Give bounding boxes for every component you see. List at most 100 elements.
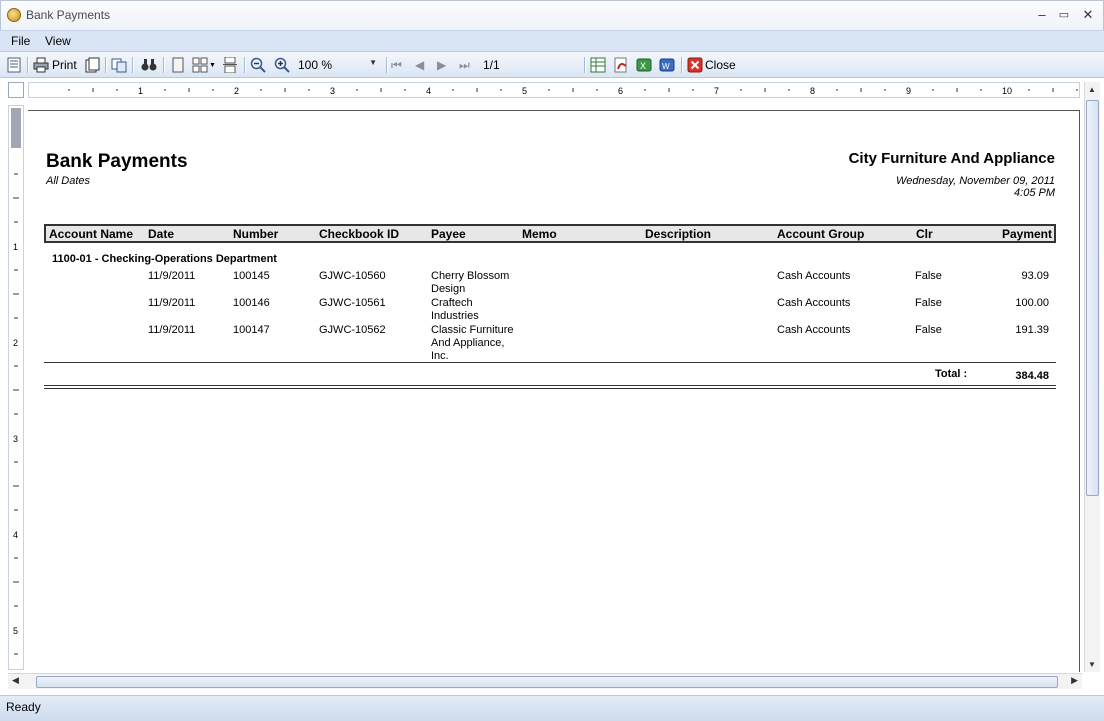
quick-print-button[interactable] [84, 56, 100, 74]
col-clr: Clr [916, 227, 933, 241]
menu-file[interactable]: File [11, 34, 30, 48]
total-label: Total : [935, 368, 968, 380]
col-payee: Payee [431, 227, 466, 241]
row-number: 100147 [233, 324, 270, 336]
row-date: 11/9/2011 [148, 270, 196, 282]
continuous-button[interactable] [222, 56, 238, 74]
col-date: Date [148, 227, 175, 241]
report-page: Bank Payments All Dates City Furniture A… [28, 110, 1080, 672]
report-time: 4:05 PM [1014, 187, 1055, 199]
window-title: Bank Payments [26, 8, 111, 22]
col-checkbook-id: Checkbook ID [319, 227, 400, 241]
zoom-out-icon [250, 57, 266, 73]
svg-text:W: W [662, 62, 670, 71]
export-excel-button[interactable] [590, 56, 606, 74]
single-page-icon [172, 57, 184, 73]
maximize-button[interactable]: ▭ [1055, 6, 1073, 24]
ruler-label: 1 [138, 86, 143, 96]
row-clr: False [915, 270, 942, 282]
ruler-label: 5 [13, 626, 18, 636]
zoom-out-button[interactable] [250, 56, 266, 74]
row-date: 11/9/2011 [148, 297, 196, 309]
export-word-button[interactable]: W [659, 56, 675, 74]
total-double-rule-1 [44, 385, 1056, 386]
ruler-label: 4 [426, 86, 431, 96]
row-checkbook: GJWC-10562 [319, 324, 386, 336]
quick-print-icon [85, 57, 100, 73]
vertical-scroll-thumb[interactable] [1086, 100, 1099, 496]
next-page-button[interactable]: ▶ [437, 56, 446, 74]
row-date: 11/9/2011 [148, 324, 196, 336]
column-header-row: Account Name Date Number Checkbook ID Pa… [44, 224, 1056, 243]
scroll-right-icon[interactable]: ▶ [1071, 675, 1078, 686]
ruler-corner [8, 82, 24, 98]
page-setup-button[interactable] [111, 56, 127, 74]
company-name: City Furniture And Appliance [848, 150, 1055, 167]
zoom-in-button[interactable] [274, 56, 290, 74]
row-checkbook: GJWC-10561 [319, 297, 386, 309]
row-payee: Craftech Industries [431, 297, 479, 322]
find-button[interactable] [141, 56, 157, 74]
page-number-value: 1/1 [483, 58, 500, 72]
ruler-label: 2 [13, 338, 18, 348]
row-clr: False [915, 297, 942, 309]
first-page-button[interactable]: ⏮ [391, 56, 402, 74]
pdf-export-icon [614, 57, 627, 73]
zoom-select[interactable]: 100 % ▼ [296, 55, 380, 75]
close-window-button[interactable]: ✕ [1079, 6, 1097, 24]
horizontal-ruler: 1 2 3 4 5 6 7 8 9 10 [28, 82, 1080, 98]
title-bar: Bank Payments – ▭ ✕ [0, 0, 1104, 30]
print-button[interactable]: Print [33, 56, 77, 74]
vertical-scrollbar[interactable]: ▲ ▼ [1084, 82, 1100, 672]
last-page-button[interactable]: ⏭ [459, 56, 470, 74]
menu-bar: File View [0, 30, 1104, 52]
report-datetime: Wednesday, November 09, 2011 4:05 PM [896, 175, 1055, 199]
printer-icon [33, 57, 49, 73]
previous-page-icon: ◀ [415, 58, 425, 72]
toolbar: Print ▼ 100 % ▼ ⏮ ◀ ▶ ⏭ 1/1 X W Close [0, 52, 1104, 78]
col-account-name: Account Name [49, 227, 134, 241]
previous-page-button[interactable]: ◀ [415, 56, 424, 74]
close-preview-button[interactable]: Close [687, 56, 736, 74]
horizontal-scrollbar[interactable]: ◀ ▶ [8, 673, 1082, 689]
row-payment: 100.00 [1015, 297, 1049, 309]
xls-export-icon: X [636, 58, 652, 72]
report-date: Wednesday, November 09, 2011 [896, 175, 1055, 187]
scroll-up-icon[interactable]: ▲ [1088, 85, 1096, 94]
ruler-label: 4 [13, 530, 18, 540]
row-clr: False [915, 324, 942, 336]
single-page-button[interactable] [170, 56, 186, 74]
row-checkbook: GJWC-10560 [319, 270, 386, 282]
menu-view[interactable]: View [45, 34, 71, 48]
export-pdf-button[interactable] [613, 56, 629, 74]
print-label: Print [52, 58, 77, 72]
document-map-icon [7, 57, 21, 73]
ruler-label: 3 [330, 86, 335, 96]
minimize-button[interactable]: – [1033, 6, 1051, 24]
report-title: Bank Payments [46, 151, 188, 172]
status-bar: Ready [0, 695, 1104, 721]
ruler-label: 10 [1002, 86, 1012, 96]
ruler-label: 3 [13, 434, 18, 444]
multiple-pages-icon [192, 57, 208, 73]
col-payment: Payment [1001, 227, 1052, 241]
binoculars-icon [141, 59, 157, 71]
close-icon [687, 57, 703, 73]
document-map-button[interactable] [6, 56, 22, 74]
horizontal-scroll-thumb[interactable] [36, 676, 1058, 688]
total-double-rule-2 [44, 388, 1056, 389]
zoom-in-icon [274, 57, 290, 73]
zoom-value: 100 % [298, 58, 333, 72]
export-xls-button[interactable]: X [636, 56, 652, 74]
page-number-input[interactable]: 1/1 [481, 55, 581, 75]
group-header: 1100-01 - Checking-Operations Department [52, 253, 277, 265]
multiple-pages-button[interactable]: ▼ [192, 56, 216, 74]
scroll-down-icon[interactable]: ▼ [1088, 660, 1096, 669]
copy-icon [111, 58, 127, 73]
scroll-left-icon[interactable]: ◀ [12, 675, 19, 686]
first-page-icon: ⏮ [391, 57, 402, 72]
col-account-group: Account Group [777, 227, 865, 241]
row-account-group: Cash Accounts [777, 297, 851, 309]
app-icon [7, 8, 21, 22]
col-description: Description [645, 227, 712, 241]
